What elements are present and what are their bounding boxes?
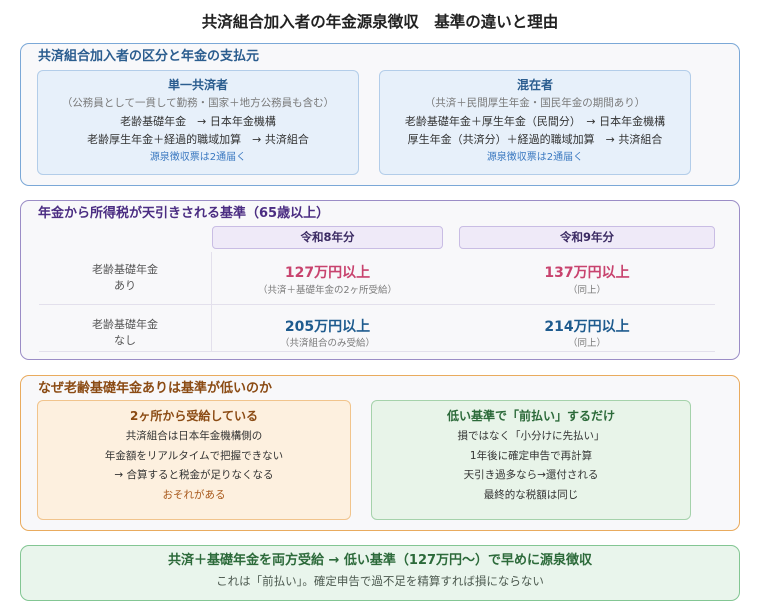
payer-card-title: 単一共済者 [167,78,228,92]
section-threshold-heading: 年金から所得税が天引きされる基準（65歳以上） [38,206,330,221]
reason-card-title: 低い基準で「前払い」するだけ [446,409,615,423]
reason-card-line: 最終的な税額は同じ [483,488,579,501]
payer-card-mixed: 混在者 （共済＋民間厚生年金・国民年金の期間あり） 老齢基礎年金＋厚生年金（民間… [379,70,691,175]
row-label-line: 老齢基礎年金 [92,318,158,331]
withholding-slip-note: 源泉徴収票は2通届く [149,152,247,163]
column-header-r9: 令和9年分 [459,226,715,249]
payer-card-line: 老齢基礎年金 → 日本年金機構 [120,115,276,128]
reason-card-line: → 合算すると税金が足りなくなる [114,469,274,481]
reason-card-prepayment: 低い基準で「前払い」するだけ 損ではなく「小分けに先払い」 1年後に確定申告で再… [371,400,691,520]
reason-card-line: 天引き過多なら→還付される [463,469,599,481]
payer-card-title: 混在者 [516,78,553,92]
threshold-cell-r9: 137万円以上 （同上） [459,252,715,304]
reason-card-line: 年金額をリアルタイムで把握できない [104,449,284,462]
row-label: 老齢基礎年金 なし [39,305,212,351]
row-label-line: あり [114,279,136,292]
threshold-value: 205万円以上 [284,319,371,335]
section-payers: 共済組合加入者の区分と年金の支払元 単一共済者 （公務員として一貫して勤務・国家… [20,43,740,186]
summary-sub: これは「前払い」。確定申告で過不足を精算すれば損にならない [216,574,544,588]
threshold-note: （共済組合のみ受給） [279,338,375,349]
section-threshold: 年金から所得税が天引きされる基準（65歳以上） 令和8年分 令和9年分 老齢基礎… [20,200,740,360]
reason-card-lines: 共済組合は日本年金機構側の 年金額をリアルタイムで把握できない → 合算すると税… [38,427,350,505]
threshold-value: 127万円以上 [284,265,371,281]
threshold-value: 214万円以上 [544,319,630,335]
reason-card-title: 2ヶ所から受給している [130,409,258,423]
threshold-cell-r8: 127万円以上 （共済＋基礎年金の2ヶ所受給） [212,252,443,304]
threshold-value: 137万円以上 [544,265,630,281]
summary-main: 共済＋基礎年金を両方受給 → 低い基準（127万円〜）で早めに源泉徴収 [167,553,593,568]
row-label-line: 老齢基礎年金 [92,263,158,276]
payer-card-subtitle: （公務員として一貫して勤務・国家＋地方公務員も含む） [61,97,335,109]
infographic-page: 共済組合加入者の年金源泉徴収 基準の違いと理由 共済組合加入者の区分と年金の支払… [0,0,760,615]
threshold-note: （同上） [567,338,606,349]
reason-card-line: おそれがある [162,488,226,501]
payer-card-line: 厚生年金（共済分）＋経過的職域加算 → 共済組合 [407,133,663,146]
section-payers-heading: 共済組合加入者の区分と年金の支払元 [38,49,260,64]
column-header-r8: 令和8年分 [212,226,443,249]
payer-card-line: 老齢厚生年金＋経過的職域加算 → 共済組合 [87,133,309,146]
reason-card-line: 共済組合は日本年金機構側の [125,430,263,442]
row-label-line: なし [114,334,136,347]
row-label: 老齢基礎年金 あり [39,252,212,304]
section-reason-heading: なぜ老齢基礎年金ありは基準が低いのか [38,381,273,396]
payer-card-single: 単一共済者 （公務員として一貫して勤務・国家＋地方公務員も含む） 老齢基礎年金 … [37,70,359,175]
payer-card-line: 老齢基礎年金＋厚生年金（民間分） → 日本年金機構 [404,115,666,128]
threshold-cell-r9: 214万円以上 （同上） [459,305,715,351]
withholding-slip-note: 源泉徴収票は2通届く [486,152,584,163]
table-row-with-basic-pension: 老齢基礎年金 あり 127万円以上 （共済＋基礎年金の2ヶ所受給） 137万円以… [39,252,715,305]
table-row-without-basic-pension: 老齢基礎年金 なし 205万円以上 （共済組合のみ受給） 214万円以上 （同上… [39,305,715,352]
reason-card-line: 1年後に確定申告で再計算 [469,449,593,462]
reason-card-line: 損ではなく「小分けに先払い」 [457,430,605,442]
page-title: 共済組合加入者の年金源泉徴収 基準の違いと理由 [201,13,559,31]
section-reason: なぜ老齢基礎年金ありは基準が低いのか 2ヶ所から受給している 共済組合は日本年金… [20,375,740,531]
threshold-cell-r8: 205万円以上 （共済組合のみ受給） [212,305,443,351]
reason-card-lines: 損ではなく「小分けに先払い」 1年後に確定申告で再計算 天引き過多なら→還付され… [372,427,690,505]
summary-box: 共済＋基礎年金を両方受給 → 低い基準（127万円〜）で早めに源泉徴収 これは「… [20,545,740,601]
threshold-note: （共済＋基礎年金の2ヶ所受給） [257,285,398,296]
payer-card-subtitle: （共済＋民間厚生年金・国民年金の期間あり） [424,97,646,109]
reason-card-two-sources: 2ヶ所から受給している 共済組合は日本年金機構側の 年金額をリアルタイムで把握で… [37,400,351,520]
threshold-note: （同上） [567,285,606,296]
